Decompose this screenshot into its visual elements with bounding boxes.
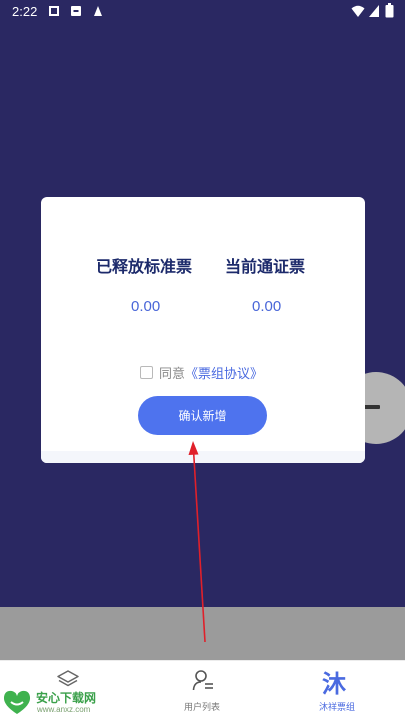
current-token-ticket-title: 当前通证票 — [225, 259, 306, 276]
nav-label-user-list: 用户列表 — [183, 702, 220, 712]
dimmed-area — [0, 607, 405, 660]
watermark-logo-icon — [3, 690, 31, 714]
battery-icon — [385, 3, 394, 18]
notification-square-icon — [49, 6, 59, 16]
nav-item-user-list[interactable]: 用户列表 — [147, 661, 257, 721]
notification-a-icon — [94, 6, 102, 16]
nav-item-ticket-group[interactable]: 沐 沐祥票组 — [282, 661, 392, 721]
watermark-title: 安心下载网 — [36, 691, 97, 705]
released-standard-ticket-title: 已释放标准票 — [96, 259, 193, 276]
agreement-checkbox[interactable] — [140, 365, 153, 379]
notification-box-icon — [71, 6, 81, 16]
mu-glyph-icon: 沐 — [322, 670, 346, 698]
wifi-icon — [351, 5, 365, 17]
status-bar: 2:22 — [0, 0, 405, 24]
agreement-row: 同意 《票组协议》 — [140, 363, 263, 381]
agreement-link[interactable]: 《票组协议》 — [185, 363, 263, 382]
add-ticket-dialog: 已释放标准票 当前通证票 0.00 0.00 同意 《票组协议》 确认新增 — [41, 197, 365, 463]
status-time: 2:22 — [12, 4, 38, 19]
released-standard-ticket-value: 0.00 — [131, 298, 161, 315]
watermark: 安心下载网 www.anxz.com — [0, 686, 110, 720]
current-token-ticket-value: 0.00 — [252, 298, 282, 315]
user-list-icon — [192, 670, 213, 691]
confirm-add-button[interactable]: 确认新增 — [138, 396, 267, 435]
agreement-prefix: 同意 — [159, 365, 186, 381]
nav-label-ticket-group: 沐祥票组 — [318, 702, 355, 712]
dialog-bottom-strip — [41, 451, 365, 463]
signal-icon — [369, 5, 379, 17]
watermark-url: www.anxz.com — [37, 705, 91, 714]
